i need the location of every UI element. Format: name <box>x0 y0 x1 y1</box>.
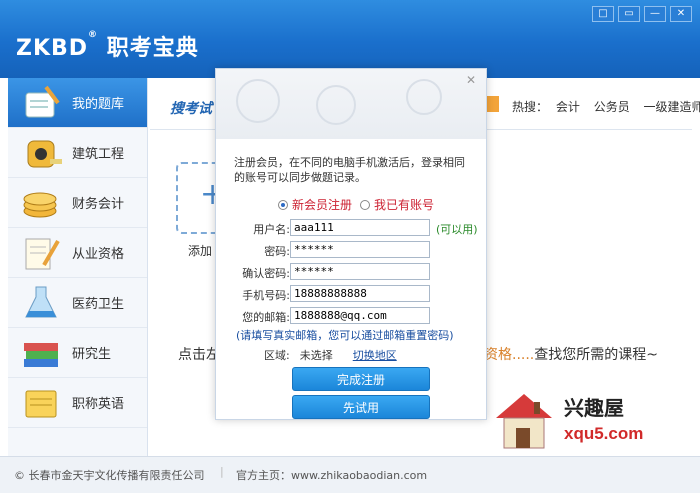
hot-search: 热搜： 会计 公务员 一级建造师 <box>512 98 700 115</box>
email-input[interactable] <box>290 307 430 324</box>
user-deco-icon <box>406 79 442 115</box>
sidebar-item-construction[interactable]: 建筑工程 <box>8 128 147 178</box>
region-row: 区域: 未选择 切换地区 <box>264 347 397 363</box>
sidebar-item-accounting[interactable]: 财务会计 <box>8 178 147 228</box>
new-member-radio[interactable] <box>278 199 288 210</box>
password-label: 密码: <box>264 245 290 258</box>
complete-register-button[interactable]: 完成注册 <box>292 367 430 391</box>
region-label: 区域: <box>264 349 290 362</box>
homepage-link[interactable]: 官方主页：www.zhikaobaodian.com <box>236 467 427 483</box>
existing-account-label[interactable]: 我已有账号 <box>374 196 434 213</box>
hot-search-label: 热搜： <box>512 100 549 114</box>
search-button[interactable] <box>485 96 499 112</box>
logo-text: ZKBD <box>16 36 89 61</box>
copyright-text: © 长春市金天宇文化传播有限责任公司 <box>14 469 205 482</box>
phone-input[interactable] <box>290 285 430 302</box>
notepad-icon <box>18 383 64 423</box>
sidebar-item-label: 研究生 <box>72 347 112 362</box>
sidebar: 我的题库 建筑工程 财务会计 从业资格 医药卫生 研究生 职称英语 <box>8 78 148 456</box>
sidebar-item-label: 从业资格 <box>72 247 125 262</box>
app-logo: ZKBD® 职考宝典 <box>16 30 199 62</box>
close-button[interactable]: ✕ <box>670 6 692 22</box>
status-divider: | <box>220 465 224 478</box>
dialog-close-button[interactable]: ✕ <box>466 73 476 87</box>
sidebar-item-graduate[interactable]: 研究生 <box>8 328 147 378</box>
title-bar: ZKBD® 职考宝典 □ ▭ — ✕ <box>0 0 700 78</box>
phone-label: 手机号码: <box>242 289 290 302</box>
sidebar-item-qualification[interactable]: 从业资格 <box>8 228 147 278</box>
flask-icon <box>18 283 64 323</box>
sidebar-item-label: 建筑工程 <box>72 147 125 162</box>
username-input[interactable] <box>290 219 430 236</box>
magnifier-deco-icon <box>316 85 356 125</box>
confirm-password-input[interactable] <box>290 263 430 280</box>
sidebar-item-my-questions[interactable]: 我的题库 <box>8 78 147 128</box>
dialog-header: ✕ <box>216 69 486 139</box>
house-logo-icon <box>496 394 552 449</box>
minimize-button[interactable]: — <box>644 6 666 22</box>
register-description: 注册会员，在不同的电脑手机激活后，登录相同的账号可以同步做题记录。 <box>234 156 465 184</box>
tip-highlight: 资格..... <box>484 347 535 363</box>
hot-link-civil-servant[interactable]: 公务员 <box>594 100 630 114</box>
register-mode-radios: 新会员注册 我已有账号 <box>278 196 434 213</box>
site-watermark: 兴趣屋 xqu5.com <box>490 388 650 452</box>
app-title: 职考宝典 <box>106 36 199 61</box>
coins-icon <box>18 183 64 223</box>
phone-row: 手机号码: <box>216 285 486 303</box>
sidebar-item-label: 我的题库 <box>72 97 125 112</box>
window-controls: □ ▭ — ✕ <box>592 6 692 22</box>
watermark-cn: 兴趣屋 <box>564 396 624 420</box>
switch-region-link[interactable]: 切换地区 <box>353 349 397 362</box>
sidebar-item-medicine[interactable]: 医药卫生 <box>8 278 147 328</box>
email-row: 您的邮箱: <box>216 307 486 325</box>
chat-deco-icon <box>236 79 280 123</box>
mini-mode-button[interactable]: ▭ <box>618 6 640 22</box>
sidebar-item-label: 医药卫生 <box>72 297 125 312</box>
region-value: 未选择 <box>299 349 333 362</box>
search-title[interactable]: 搜考试 <box>170 98 212 118</box>
status-bar: © 长春市金天宇文化传播有限责任公司 | 官方主页：www.zhikaobaod… <box>0 456 700 493</box>
confirm-password-row: 确认密码: <box>216 263 486 281</box>
add-course-label: 添加 <box>188 244 213 258</box>
password-row: 密码: <box>216 241 486 259</box>
books-icon <box>18 333 64 373</box>
skin-button[interactable]: □ <box>592 6 614 22</box>
register-dialog: ✕ 注册会员，在不同的电脑手机激活后，登录相同的账号可以同步做题记录。 新会员注… <box>215 68 487 420</box>
sidebar-item-label: 职称英语 <box>72 397 125 412</box>
notebook-pencil-icon <box>18 83 64 123</box>
sidebar-item-english[interactable]: 职称英语 <box>8 378 147 428</box>
email-label: 您的邮箱: <box>242 311 290 324</box>
username-label: 用户名: <box>253 223 290 236</box>
sidebar-item-label: 财务会计 <box>72 197 125 212</box>
tape-measure-icon <box>18 133 64 173</box>
logo-mark: ® <box>88 30 99 40</box>
hot-link-constructor[interactable]: 一级建造师 <box>644 100 700 114</box>
username-available-hint: (可以用) <box>436 223 478 236</box>
new-member-label[interactable]: 新会员注册 <box>292 196 352 213</box>
confirm-password-label: 确认密码: <box>242 267 290 280</box>
certificate-pen-icon <box>18 233 64 273</box>
password-input[interactable] <box>290 241 430 258</box>
watermark-url: xqu5.com <box>564 424 644 443</box>
hot-link-accounting[interactable]: 会计 <box>556 100 580 114</box>
username-row: 用户名: (可以用) <box>216 219 486 237</box>
email-note: (请填写真实邮箱，您可以通过邮箱重置密码) <box>236 329 454 342</box>
existing-account-radio[interactable] <box>360 199 371 210</box>
try-first-button[interactable]: 先试用 <box>292 395 430 419</box>
tip-suffix: 查找您所需的课程~ <box>534 347 658 363</box>
